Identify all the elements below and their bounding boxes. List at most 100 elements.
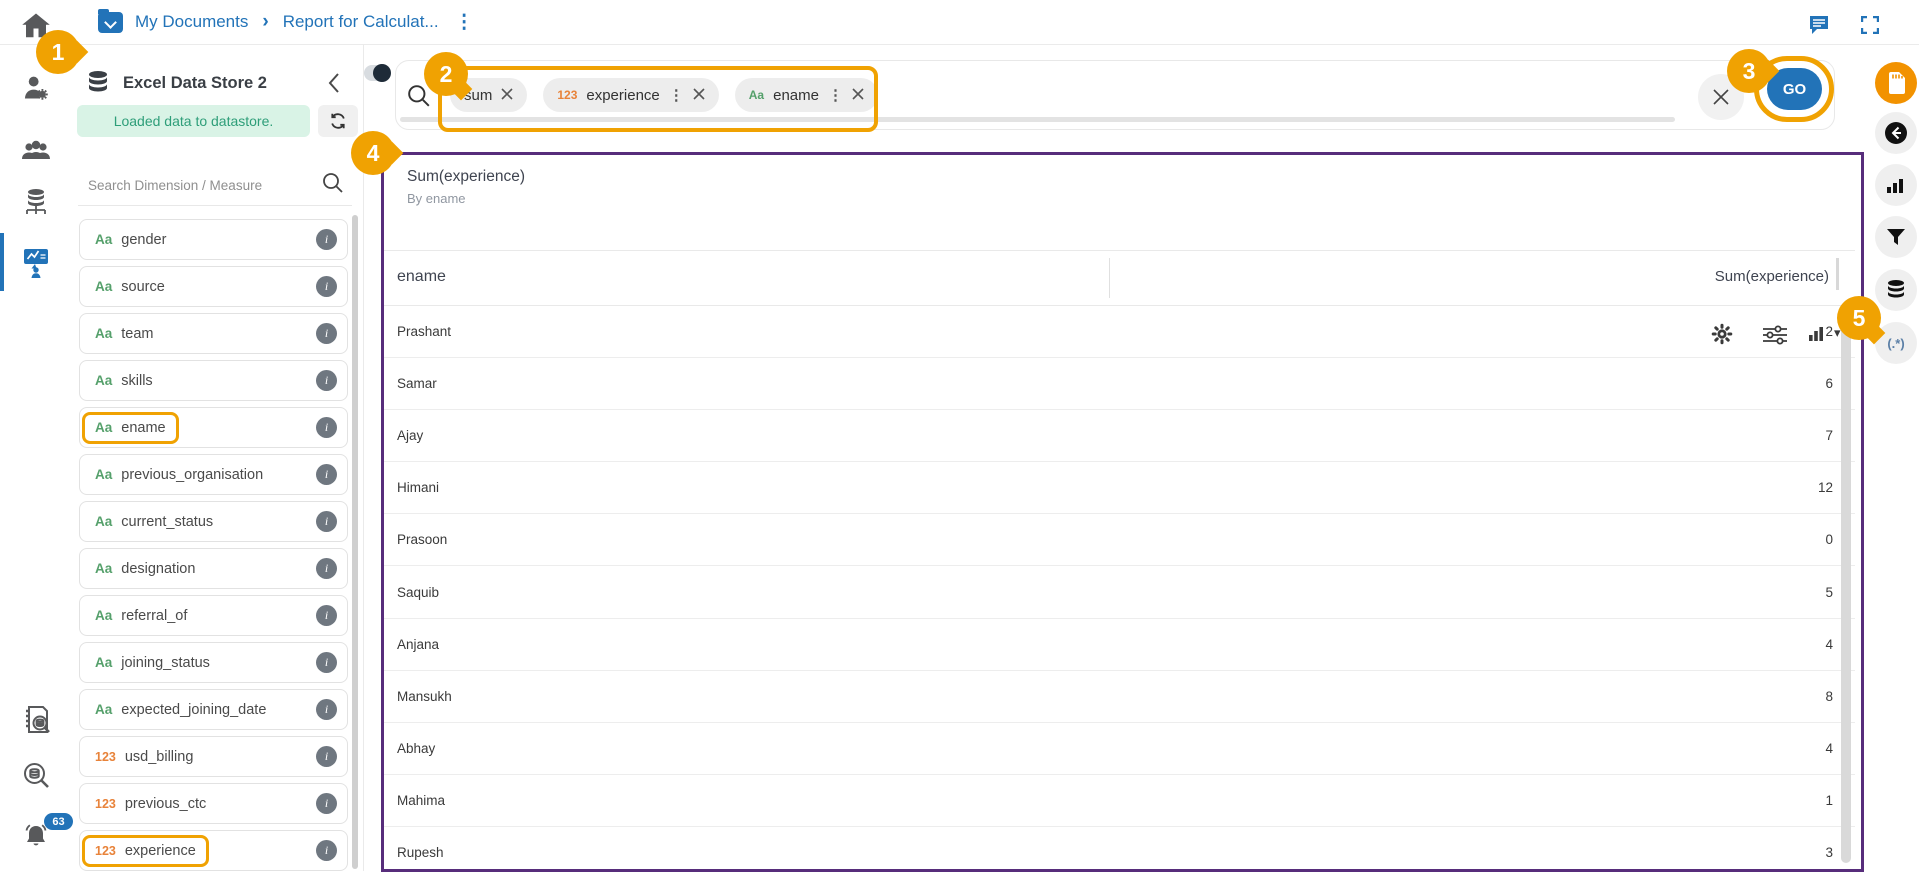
data-dictionary-search-icon[interactable] xyxy=(0,705,72,738)
dimension-search-box xyxy=(78,165,352,206)
field-card[interactable]: Aa current_status i xyxy=(79,501,348,542)
field-card[interactable]: Aa previous_organisation i xyxy=(79,454,348,495)
info-icon[interactable]: i xyxy=(316,652,337,673)
field-highlight-region: Aa team xyxy=(82,318,167,350)
field-card[interactable]: Aa skills i xyxy=(79,360,348,401)
collapse-panel-icon[interactable] xyxy=(327,72,341,99)
refresh-button[interactable] xyxy=(318,105,358,137)
dimension-search-input[interactable] xyxy=(78,166,318,204)
field-label: previous_ctc xyxy=(125,796,206,812)
field-card[interactable]: Aa team i xyxy=(79,313,348,354)
row-value: 7 xyxy=(1825,428,1833,443)
field-type-icon: Aa xyxy=(95,467,112,482)
field-label: gender xyxy=(121,232,166,248)
table-scrollbar[interactable] xyxy=(1841,303,1851,863)
back-button[interactable] xyxy=(1875,112,1917,154)
info-icon[interactable]: i xyxy=(316,323,337,344)
field-highlight-region: Aa current_status xyxy=(82,506,226,538)
field-type-icon: 123 xyxy=(95,844,116,858)
search-icon[interactable] xyxy=(322,172,344,199)
field-type-icon: Aa xyxy=(95,373,112,388)
field-label: source xyxy=(121,279,165,295)
row-ename: Mansukh xyxy=(397,689,452,704)
info-icon[interactable]: i xyxy=(316,840,337,861)
field-label: experience xyxy=(125,843,196,859)
info-icon[interactable]: i xyxy=(316,511,337,532)
visual-subtitle: By ename xyxy=(407,191,466,206)
info-icon[interactable]: i xyxy=(316,699,337,720)
info-icon[interactable]: i xyxy=(316,417,337,438)
field-label: current_status xyxy=(121,514,213,530)
datastore-button[interactable] xyxy=(1875,269,1917,311)
datastore-icon[interactable] xyxy=(0,187,72,217)
table-row: Samar 6 xyxy=(384,358,1855,410)
info-icon[interactable]: i xyxy=(316,605,337,626)
query-mode-toggle[interactable] xyxy=(364,65,389,81)
table-row: Ajay 7 xyxy=(384,410,1855,462)
field-card[interactable]: Aa source i xyxy=(79,266,348,307)
info-icon[interactable]: i xyxy=(316,464,337,485)
field-label: referral_of xyxy=(121,608,187,624)
field-highlight-region: Aa skills xyxy=(82,365,166,397)
field-highlight-region: 123 previous_ctc xyxy=(82,788,219,820)
table-row: Prashant 2 xyxy=(384,306,1855,358)
toast-message: Loaded data to datastore. xyxy=(77,105,310,137)
field-card[interactable]: Aa referral_of i xyxy=(79,595,348,636)
chart-view-button[interactable] xyxy=(1875,164,1917,206)
field-card[interactable]: 123 usd_billing i xyxy=(79,736,348,777)
visual-title: Sum(experience) xyxy=(407,168,525,186)
datastore-panel-title: Excel Data Store 2 xyxy=(123,74,267,93)
column-resize-handle[interactable] xyxy=(1836,258,1839,290)
field-highlight-region: Aa expected_joining_date xyxy=(82,694,279,726)
field-label: previous_organisation xyxy=(121,467,263,483)
field-type-icon: Aa xyxy=(95,655,112,670)
field-highlight-region: Aa previous_organisation xyxy=(82,459,276,491)
row-ename: Anjana xyxy=(397,637,439,652)
field-card[interactable]: 123 previous_ctc i xyxy=(79,783,348,824)
info-icon[interactable]: i xyxy=(316,370,337,391)
field-card[interactable]: Aa ename i xyxy=(79,407,348,448)
breadcrumb-root[interactable]: My Documents xyxy=(135,12,248,32)
search-datastore-icon[interactable] xyxy=(0,761,72,789)
info-icon[interactable]: i xyxy=(316,793,337,814)
top-bar: My Documents › Report for Calculat... ⋮ xyxy=(0,0,1919,45)
row-ename: Prasoon xyxy=(397,532,447,547)
field-card[interactable]: 123 experience i xyxy=(79,830,348,871)
field-highlight-region: 123 usd_billing xyxy=(82,741,206,773)
user-settings-icon[interactable] xyxy=(0,74,72,102)
field-type-icon: 123 xyxy=(95,750,116,764)
field-card[interactable]: Aa joining_status i xyxy=(79,642,348,683)
table-row: Prasoon 0 xyxy=(384,514,1855,566)
row-value: 4 xyxy=(1825,741,1833,756)
comments-icon[interactable] xyxy=(1808,15,1830,40)
fullscreen-icon[interactable] xyxy=(1861,16,1879,39)
field-card[interactable]: Aa gender i xyxy=(79,219,348,260)
column-header-sum-experience: Sum(experience) xyxy=(1715,268,1829,285)
row-ename: Abhay xyxy=(397,741,435,756)
field-card[interactable]: Aa expected_joining_date i xyxy=(79,689,348,730)
field-list-scrollbar[interactable] xyxy=(352,215,358,869)
row-ename: Ajay xyxy=(397,428,423,443)
users-group-icon[interactable] xyxy=(0,138,72,162)
annotation-badge-1: 1 xyxy=(36,30,80,74)
field-card[interactable]: Aa designation i xyxy=(79,548,348,589)
info-icon[interactable]: i xyxy=(316,229,337,250)
report-builder-icon[interactable] xyxy=(0,247,72,278)
info-icon[interactable]: i xyxy=(316,558,337,579)
breadcrumb-menu-icon[interactable]: ⋮ xyxy=(455,11,474,34)
info-icon[interactable]: i xyxy=(316,746,337,767)
row-value: 5 xyxy=(1825,585,1833,600)
field-label: team xyxy=(121,326,153,342)
annotation-badge-3: 3 xyxy=(1727,49,1771,93)
info-icon[interactable]: i xyxy=(316,276,337,297)
save-report-button[interactable] xyxy=(1875,62,1917,104)
filter-button[interactable] xyxy=(1875,216,1917,258)
field-highlight-region: Aa designation xyxy=(82,553,208,585)
breadcrumb-current[interactable]: Report for Calculat... xyxy=(283,12,439,32)
field-label: usd_billing xyxy=(125,749,194,765)
field-type-icon: Aa xyxy=(95,561,112,576)
field-highlight-region: Aa referral_of xyxy=(82,600,200,632)
annotation-box-chips xyxy=(438,66,878,132)
row-ename: Prashant xyxy=(397,324,451,339)
field-highlight-region: Aa gender xyxy=(82,224,179,256)
